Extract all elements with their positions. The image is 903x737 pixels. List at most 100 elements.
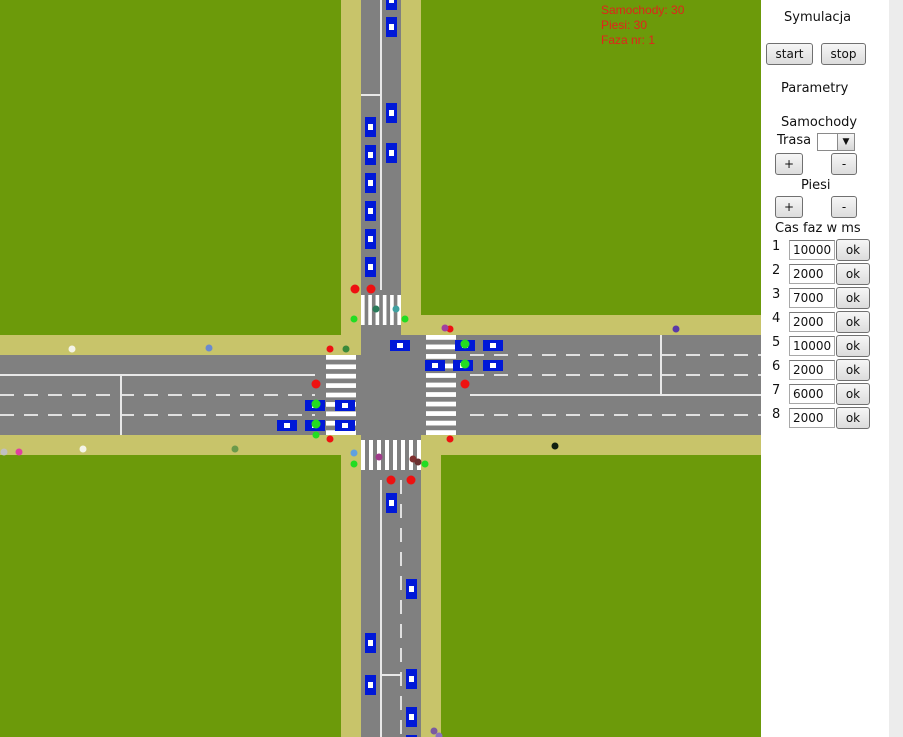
intersection-scene [0,0,761,737]
add-car-button[interactable]: + [775,153,803,175]
traffic-light-red [366,284,376,294]
phase-ok-button[interactable]: ok [836,287,870,309]
cars-section-title: Samochody [781,115,858,130]
phase-number-label: 4 [772,311,781,326]
car-window [432,363,438,368]
crosswalk-south-stripe [393,440,397,470]
route-select[interactable]: ▼ [817,133,855,151]
car-window [368,124,373,130]
car-window [490,343,496,348]
crosswalk-west-stripe [326,392,356,398]
car-window [389,500,394,506]
phase-ok-button[interactable]: ok [836,311,870,333]
car-window [409,676,414,682]
pedestrian [68,345,76,353]
traffic-light-green [311,399,321,409]
phase-duration-input[interactable] [789,360,835,380]
car-window [409,586,414,592]
phase-ok-button[interactable]: ok [836,335,870,357]
pedestrian [375,453,383,461]
pedestrian [441,324,449,332]
phase-number: Faza nr: 1 [601,33,656,47]
crosswalk-north-stripe [368,295,372,325]
phase-ok-button[interactable]: ok [836,407,870,429]
car-window [368,264,373,270]
car-window [397,343,403,348]
pedestrian [430,727,438,735]
parameters-title: Parametry [781,81,849,96]
car-window [389,24,394,30]
crosswalk-south-stripe [369,440,373,470]
traffic-light-green [401,315,409,323]
car-window [368,682,373,688]
car-window [389,110,394,116]
pedestrian [15,448,23,456]
sidewalk-south-east [421,435,441,737]
pedestrian [0,448,8,456]
pedestrian [350,449,358,457]
phase-duration-input[interactable] [789,264,835,284]
traffic-light-red [326,435,334,443]
remove-pedestrian-button[interactable]: - [831,196,857,218]
sidewalk-east-top [421,315,761,335]
scrollbar-track[interactable] [889,0,903,737]
crosswalk-west-stripe [326,411,356,417]
crosswalk-south-stripe [361,440,365,470]
crosswalk-east-stripe [426,411,456,416]
crosswalk-east-stripe [426,335,456,340]
phase-number-label: 3 [772,287,781,302]
car-window [284,423,290,428]
traffic-light-red [460,379,470,389]
traffic-light-green [350,460,358,468]
traffic-light-red [311,379,321,389]
cars-count: Samochody: 30 [601,3,685,17]
stop-button[interactable]: stop [821,43,866,65]
add-pedestrian-button[interactable]: + [775,196,803,218]
crosswalk-east-stripe [426,382,456,388]
phase-ok-button[interactable]: ok [836,239,870,261]
phase-duration-input[interactable] [789,240,835,260]
pedestrians-count: Piesi: 30 [601,18,648,32]
pedestrian [342,345,350,353]
stats-overlay: Samochody: 30 Piesi: 30 Faza nr: 1 [601,3,684,48]
phase-duration-input[interactable] [789,312,835,332]
phase-ok-button[interactable]: ok [836,263,870,285]
phase-number-label: 6 [772,359,781,374]
phase-number-label: 5 [772,335,781,350]
crosswalk-west-stripe [326,364,356,370]
crosswalk-south-stripe [401,440,405,470]
car-window [368,152,373,158]
remove-car-button[interactable]: - [831,153,857,175]
phase-ok-button[interactable]: ok [836,383,870,405]
car-window [342,423,348,428]
phase-number-label: 2 [772,263,781,278]
route-label: Trasa [777,133,812,148]
phase-duration-input[interactable] [789,408,835,428]
phase-duration-input[interactable] [789,384,835,404]
crosswalk-south-stripe [385,440,389,470]
crosswalk-east-stripe [426,344,456,350]
pedestrians-section-title: Piesi [801,178,831,193]
crosswalk-east-stripe [426,420,456,426]
crosswalk-north-stripe [382,295,387,325]
crosswalk-north-stripe [361,295,365,325]
traffic-light-green [312,431,320,439]
pedestrian [414,458,422,466]
phase-duration-input[interactable] [789,336,835,356]
car-window [389,0,394,3]
start-button[interactable]: start [766,43,813,65]
car-window [368,236,373,242]
crosswalk-south-stripe [409,440,413,470]
traffic-light-green [421,460,429,468]
traffic-light-red [386,475,396,485]
crosswalk-west-stripe [326,373,356,379]
crosswalk-east-stripe [426,392,456,397]
phase-duration-input[interactable] [789,288,835,308]
phase-time-title: Cas faz w ms [775,221,861,236]
triangle-down-icon[interactable]: ▼ [837,134,854,150]
crosswalk-east-stripe [426,373,456,378]
traffic-light-green [460,359,470,369]
phase-ok-button[interactable]: ok [836,359,870,381]
traffic-light-green [350,315,358,323]
car-window [342,403,348,408]
